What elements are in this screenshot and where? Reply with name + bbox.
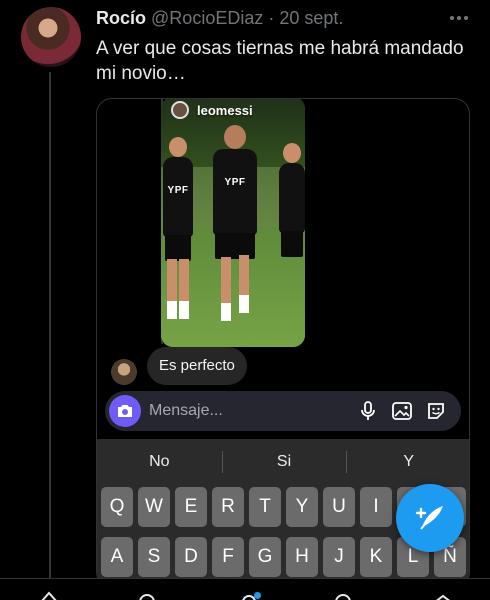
shirt-sponsor: YPF xyxy=(167,185,189,196)
key-u[interactable]: U xyxy=(323,487,355,527)
message-composer[interactable]: Mensaje... xyxy=(105,391,461,431)
story-preview[interactable]: YPF YPF leomessi xyxy=(161,99,305,347)
shirt-sponsor: YPF xyxy=(224,177,246,188)
key-r[interactable]: R xyxy=(212,487,244,527)
background-player: YPF xyxy=(163,137,193,319)
more-horizontal-icon[interactable] xyxy=(448,10,470,26)
author-name[interactable]: Rocío xyxy=(96,8,146,28)
author-handle[interactable]: @RocioEDiaz xyxy=(151,8,263,28)
bottom-tab-bar xyxy=(0,578,490,600)
key-j[interactable]: J xyxy=(323,537,355,577)
messages-icon[interactable] xyxy=(432,589,454,600)
camera-icon[interactable] xyxy=(109,395,141,427)
tweet-header: Rocío @RocioEDiaz · 20 sept. xyxy=(96,8,343,29)
suggestion-3[interactable]: Y xyxy=(346,447,469,477)
compose-tweet-icon xyxy=(415,506,443,530)
author-avatar[interactable] xyxy=(21,7,81,67)
tweet-text: A ver que cosas tiernas me habrá mandado… xyxy=(96,38,464,84)
key-k[interactable]: K xyxy=(360,537,392,577)
compose-tweet-button[interactable] xyxy=(396,484,464,552)
key-i[interactable]: I xyxy=(360,487,392,527)
main-player: YPF xyxy=(213,125,257,321)
search-icon[interactable] xyxy=(136,589,158,600)
key-w[interactable]: W xyxy=(138,487,170,527)
key-e[interactable]: E xyxy=(175,487,207,527)
story-user: leomessi xyxy=(171,101,253,119)
separator-dot: · xyxy=(268,8,275,28)
message-input[interactable]: Mensaje... xyxy=(149,402,357,420)
key-g[interactable]: G xyxy=(249,537,281,577)
image-icon[interactable] xyxy=(391,400,413,422)
suggestion-2[interactable]: Si xyxy=(221,447,347,477)
microphone-icon[interactable] xyxy=(357,400,379,422)
story-username: leomessi xyxy=(197,102,253,118)
suggestion-1[interactable]: No xyxy=(97,447,222,477)
key-s[interactable]: S xyxy=(138,537,170,577)
key-q[interactable]: Q xyxy=(101,487,133,527)
notification-dot xyxy=(254,592,261,599)
keyboard-suggestions: No Si Y xyxy=(97,447,469,477)
key-t[interactable]: T xyxy=(249,487,281,527)
sticker-icon[interactable] xyxy=(425,400,447,422)
sender-avatar xyxy=(111,359,137,385)
key-d[interactable]: D xyxy=(175,537,207,577)
story-user-avatar xyxy=(171,101,189,119)
key-y[interactable]: Y xyxy=(286,487,318,527)
key-h[interactable]: H xyxy=(286,537,318,577)
key-a[interactable]: A xyxy=(101,537,133,577)
thread-line xyxy=(49,72,51,600)
spaces-icon[interactable] xyxy=(332,589,354,600)
tweet-date[interactable]: 20 sept. xyxy=(279,8,343,28)
key-f[interactable]: F xyxy=(212,537,244,577)
home-icon[interactable] xyxy=(38,589,60,600)
message-bubble: Es perfecto xyxy=(147,347,247,385)
background-player xyxy=(279,143,305,257)
